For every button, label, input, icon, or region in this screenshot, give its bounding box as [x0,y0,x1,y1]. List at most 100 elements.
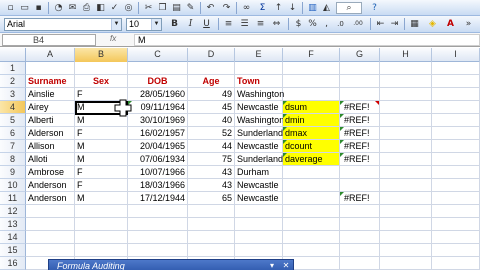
cell-a13[interactable] [26,218,75,231]
cell-a12[interactable] [26,205,75,218]
row-header[interactable]: 5 [0,114,26,127]
cell-c14[interactable] [128,231,188,244]
row-header[interactable]: 10 [0,179,26,192]
cell-i8[interactable] [432,153,480,166]
cell-f12[interactable] [283,205,340,218]
cell-e8[interactable]: Sunderland [235,153,283,166]
cell-a11[interactable]: Anderson [26,192,75,205]
column-header-d[interactable]: D [188,48,235,62]
cell-f8[interactable]: daverage [283,153,340,166]
cell-h9[interactable] [380,166,432,179]
cell-e15[interactable] [235,244,283,257]
cell-d8[interactable]: 75 [188,153,235,166]
redo-icon[interactable]: ↷ [220,2,233,14]
cell-h12[interactable] [380,205,432,218]
cell-g8[interactable]: #REF! [340,153,380,166]
spelling-icon[interactable]: ✓ [108,2,121,14]
open-icon[interactable]: ▭ [18,2,31,14]
cell-e9[interactable]: Durham [235,166,283,179]
cell-h2[interactable] [380,75,432,88]
chart-wizard-icon[interactable]: ▥ [306,2,319,14]
cell-i7[interactable] [432,140,480,153]
cell-f4[interactable]: dsum [283,101,340,114]
cell-g6[interactable]: #REF! [340,127,380,140]
cell-b8[interactable]: M [75,153,128,166]
cell-c4[interactable]: 09/11/1964 [128,101,188,114]
column-header-i[interactable]: I [432,48,480,62]
cell-d5[interactable]: 40 [188,114,235,127]
cell-d1[interactable] [188,62,235,75]
row-header[interactable]: 4 [0,101,26,114]
cell-d14[interactable] [188,231,235,244]
cell-f7[interactable]: dcount [283,140,340,153]
print-preview-icon[interactable]: ◧ [94,2,107,14]
cell-f5[interactable]: dmin [283,114,340,127]
fill-color-icon[interactable]: ◈ [426,18,439,30]
cell-g3[interactable] [340,88,380,101]
cell-a15[interactable] [26,244,75,257]
formula-content[interactable]: M [134,34,480,46]
underline-button[interactable]: U [200,18,213,30]
permission-icon[interactable]: ◔ [52,2,65,14]
row-header[interactable]: 13 [0,218,26,231]
cell-i11[interactable] [432,192,480,205]
cell-e13[interactable] [235,218,283,231]
column-header-g[interactable]: G [340,48,380,62]
cell-f9[interactable] [283,166,340,179]
chevron-down-icon[interactable]: ▼ [151,19,161,30]
merge-center-icon[interactable]: ⇔ [270,18,283,30]
cell-a8[interactable]: Alloti [26,153,75,166]
cell-h14[interactable] [380,231,432,244]
cell-e2[interactable]: Town [235,75,283,88]
cell-i5[interactable] [432,114,480,127]
cell-e14[interactable] [235,231,283,244]
cell-i16[interactable] [432,257,480,270]
cell-h10[interactable] [380,179,432,192]
cell-e1[interactable] [235,62,283,75]
cell-b11[interactable]: M [75,192,128,205]
cell-g15[interactable] [340,244,380,257]
comma-button[interactable]: , [320,18,333,30]
increase-decimal-button[interactable]: .0 [334,18,347,30]
select-all-corner[interactable] [0,48,26,62]
cell-i12[interactable] [432,205,480,218]
zoom-icon[interactable]: ⌕ [336,2,362,14]
cell-g1[interactable] [340,62,380,75]
column-header-f[interactable]: F [283,48,340,62]
print-icon[interactable]: ⎙ [80,2,93,14]
align-left-icon[interactable]: ≡ [222,18,235,30]
cell-h11[interactable] [380,192,432,205]
cell-b9[interactable]: F [75,166,128,179]
help-icon[interactable]: ? [368,2,381,14]
cell-e4[interactable]: Newcastle [235,101,283,114]
cell-e12[interactable] [235,205,283,218]
cell-c7[interactable]: 20/04/1965 [128,140,188,153]
paste-icon[interactable]: ▤ [170,2,183,14]
decrease-decimal-button[interactable]: .00 [350,18,366,30]
chevron-down-icon[interactable]: ▾ [267,261,277,270]
cell-h6[interactable] [380,127,432,140]
column-header-a[interactable]: A [26,48,75,62]
cell-h5[interactable] [380,114,432,127]
cut-icon[interactable]: ✂ [142,2,155,14]
cell-a14[interactable] [26,231,75,244]
cell-c9[interactable]: 10/07/1966 [128,166,188,179]
cell-b6[interactable]: F [75,127,128,140]
cell-g13[interactable] [340,218,380,231]
row-header[interactable]: 15 [0,244,26,257]
cell-g2[interactable] [340,75,380,88]
cell-e6[interactable]: Sunderland [235,127,283,140]
cell-d11[interactable]: 65 [188,192,235,205]
cell-e10[interactable]: Newcastle [235,179,283,192]
font-name-select[interactable]: Arial ▼ [4,18,122,31]
column-header-c[interactable]: C [128,48,188,62]
cell-c13[interactable] [128,218,188,231]
cell-b1[interactable] [75,62,128,75]
align-right-icon[interactable]: ≡ [254,18,267,30]
borders-icon[interactable]: ▦ [408,18,421,30]
cell-a7[interactable]: Allison [26,140,75,153]
close-icon[interactable]: ✕ [281,261,291,270]
cell-f10[interactable] [283,179,340,192]
cell-c3[interactable]: 28/05/1960 [128,88,188,101]
cell-f13[interactable] [283,218,340,231]
